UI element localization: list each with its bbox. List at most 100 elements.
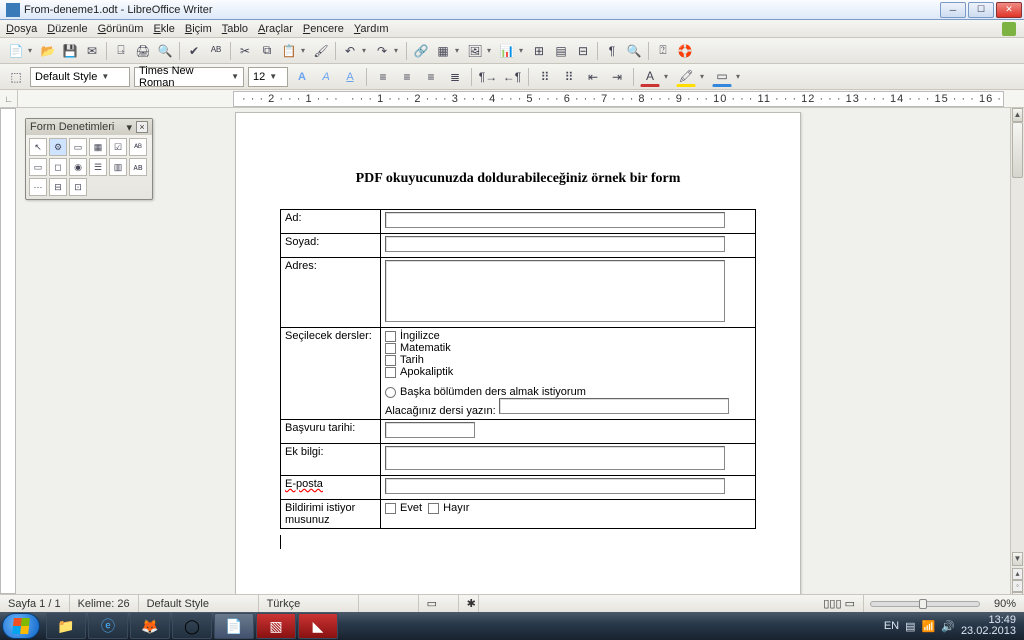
input-soyad[interactable] [385, 236, 725, 252]
print-button[interactable]: 🖨 [133, 41, 153, 61]
task-firefox[interactable]: 🦊 [130, 613, 170, 639]
fc-pushbutton-icon[interactable]: ◻ [49, 158, 67, 176]
status-page[interactable]: Sayfa 1 / 1 [0, 595, 70, 612]
status-insert[interactable] [359, 595, 419, 612]
scroll-down-button[interactable]: ▼ [1012, 552, 1023, 566]
menu-file[interactable]: Dosya [6, 23, 37, 35]
outdent-button[interactable]: ⇤ [583, 67, 603, 87]
spellcheck-button[interactable]: ✔ [184, 41, 204, 61]
save-button[interactable]: 💾 [60, 41, 80, 61]
bold-button[interactable]: A [292, 67, 312, 87]
image-button[interactable]: 🖼 [465, 41, 485, 61]
fc-listbox-icon[interactable]: ☰ [89, 158, 107, 176]
help-button[interactable]: ⍰ [653, 41, 673, 61]
gallery-button[interactable]: ▤ [551, 41, 571, 61]
copy-button[interactable]: ⧉ [257, 41, 277, 61]
float-dropdown-icon[interactable]: ▾ [126, 121, 132, 134]
menu-view[interactable]: Görünüm [98, 23, 144, 35]
menu-edit[interactable]: Düzenle [47, 23, 87, 35]
minimize-button[interactable]: ─ [940, 2, 966, 18]
status-sig[interactable]: ✱ [459, 595, 479, 612]
autospell-button[interactable]: ᴬᴮ [206, 41, 226, 61]
bgcolor-button[interactable]: ▭ [712, 67, 732, 87]
align-left-button[interactable]: ≡ [373, 67, 393, 87]
scroll-up-button[interactable]: ▲ [1012, 108, 1023, 122]
highlight-button[interactable]: 🖍 [676, 67, 696, 87]
system-tray[interactable]: EN ▤ 📶 🔊 13:4923.02.2013 [884, 615, 1022, 637]
fc-select-icon[interactable]: ↖ [29, 138, 47, 156]
task-ie[interactable]: ⓔ [88, 613, 128, 639]
radio-baska-bolum[interactable] [385, 387, 396, 398]
datasources-button[interactable]: ⊟ [573, 41, 593, 61]
navigator-button[interactable]: ⊞ [529, 41, 549, 61]
table-button[interactable]: ▦ [433, 41, 453, 61]
checkbox-apokaliptik[interactable] [385, 367, 396, 378]
float-close-button[interactable]: × [136, 121, 148, 133]
zoom-button[interactable]: 🔍 [624, 41, 644, 61]
zoom-slider[interactable] [870, 601, 980, 607]
page[interactable]: PDF okuyucunuzda doldurabileceğiniz örne… [235, 112, 801, 594]
italic-button[interactable]: A [316, 67, 336, 87]
zoom-knob[interactable] [919, 599, 927, 609]
form-controls-header[interactable]: Form Denetimleri ▾ × [26, 119, 152, 135]
scroll-thumb[interactable] [1012, 122, 1023, 178]
task-pdf2[interactable]: ◣ [298, 613, 338, 639]
status-sel[interactable]: ▭ [419, 595, 459, 612]
fc-wizard-off-icon[interactable]: ⊡ [69, 178, 87, 196]
task-pdf1[interactable]: ▧ [256, 613, 296, 639]
input-basvuru[interactable] [385, 422, 475, 438]
fc-design-mode-icon[interactable]: ⚙ [49, 138, 67, 156]
prev-page-button[interactable]: ▴ [1012, 568, 1023, 580]
font-size-combo[interactable]: 12▼ [248, 67, 288, 87]
open-button[interactable]: 📂 [38, 41, 58, 61]
paragraph-style-combo[interactable]: Default Style▼ [30, 67, 130, 87]
close-button[interactable]: ✕ [996, 2, 1022, 18]
textarea-adres[interactable] [385, 260, 725, 322]
new-doc-button[interactable]: 📄 [6, 41, 26, 61]
chart-button[interactable]: 📊 [497, 41, 517, 61]
font-color-button[interactable]: A [640, 67, 660, 87]
vertical-ruler[interactable] [0, 108, 16, 594]
horizontal-ruler[interactable]: · · · 2 · · · 1 · · · · · · 1 · · · 2 · … [233, 91, 1004, 107]
tray-clock[interactable]: 13:4923.02.2013 [961, 615, 1016, 637]
email-button[interactable]: ✉ [82, 41, 102, 61]
status-lang[interactable]: Türkçe [259, 595, 359, 612]
menu-window[interactable]: Pencere [303, 23, 344, 35]
input-alacaginiz[interactable] [499, 398, 729, 414]
status-zoom[interactable]: 90% [986, 595, 1024, 612]
align-center-button[interactable]: ≡ [397, 67, 417, 87]
bullet-list-button[interactable]: ⠿ [559, 67, 579, 87]
checkbox-evet[interactable] [385, 503, 396, 514]
number-list-button[interactable]: ⠿ [535, 67, 555, 87]
pdf-button[interactable]: ⍈ [111, 41, 131, 61]
menu-format[interactable]: Biçim [185, 23, 212, 35]
checkbox-ingilizce[interactable] [385, 331, 396, 342]
checkbox-tarih[interactable] [385, 355, 396, 366]
cut-button[interactable]: ✂ [235, 41, 255, 61]
undo-button[interactable]: ↶ [340, 41, 360, 61]
task-explorer[interactable]: 📁 [46, 613, 86, 639]
input-eposta[interactable] [385, 478, 725, 494]
fc-control-icon[interactable]: ▭ [69, 138, 87, 156]
menu-table[interactable]: Tablo [222, 23, 248, 35]
indent-button[interactable]: ⇥ [607, 67, 627, 87]
fc-label-icon[interactable]: ᴀʙ [129, 158, 147, 176]
redo-button[interactable]: ↷ [372, 41, 392, 61]
fc-checkbox-icon[interactable]: ☑ [109, 138, 127, 156]
fc-formatted-icon[interactable]: ▭ [29, 158, 47, 176]
ltr-button[interactable]: ¶→ [478, 67, 498, 87]
checkbox-matematik[interactable] [385, 343, 396, 354]
fc-form-icon[interactable]: ▦ [89, 138, 107, 156]
checkbox-hayir[interactable] [428, 503, 439, 514]
input-ad[interactable] [385, 212, 725, 228]
start-button[interactable] [2, 613, 40, 639]
menu-tools[interactable]: Araçlar [258, 23, 293, 35]
styles-button[interactable]: ⬚ [6, 67, 26, 87]
status-words[interactable]: Kelime: 26 [70, 595, 139, 612]
menu-insert[interactable]: Ekle [153, 23, 174, 35]
nonprint-button[interactable]: ¶ [602, 41, 622, 61]
preview-button[interactable]: 🔍 [155, 41, 175, 61]
whatsthis-button[interactable]: 🛟 [675, 41, 695, 61]
status-viewlayout[interactable]: ▯▯▯ ▭ [815, 595, 864, 612]
formatpaint-button[interactable]: 🖌 [311, 41, 331, 61]
